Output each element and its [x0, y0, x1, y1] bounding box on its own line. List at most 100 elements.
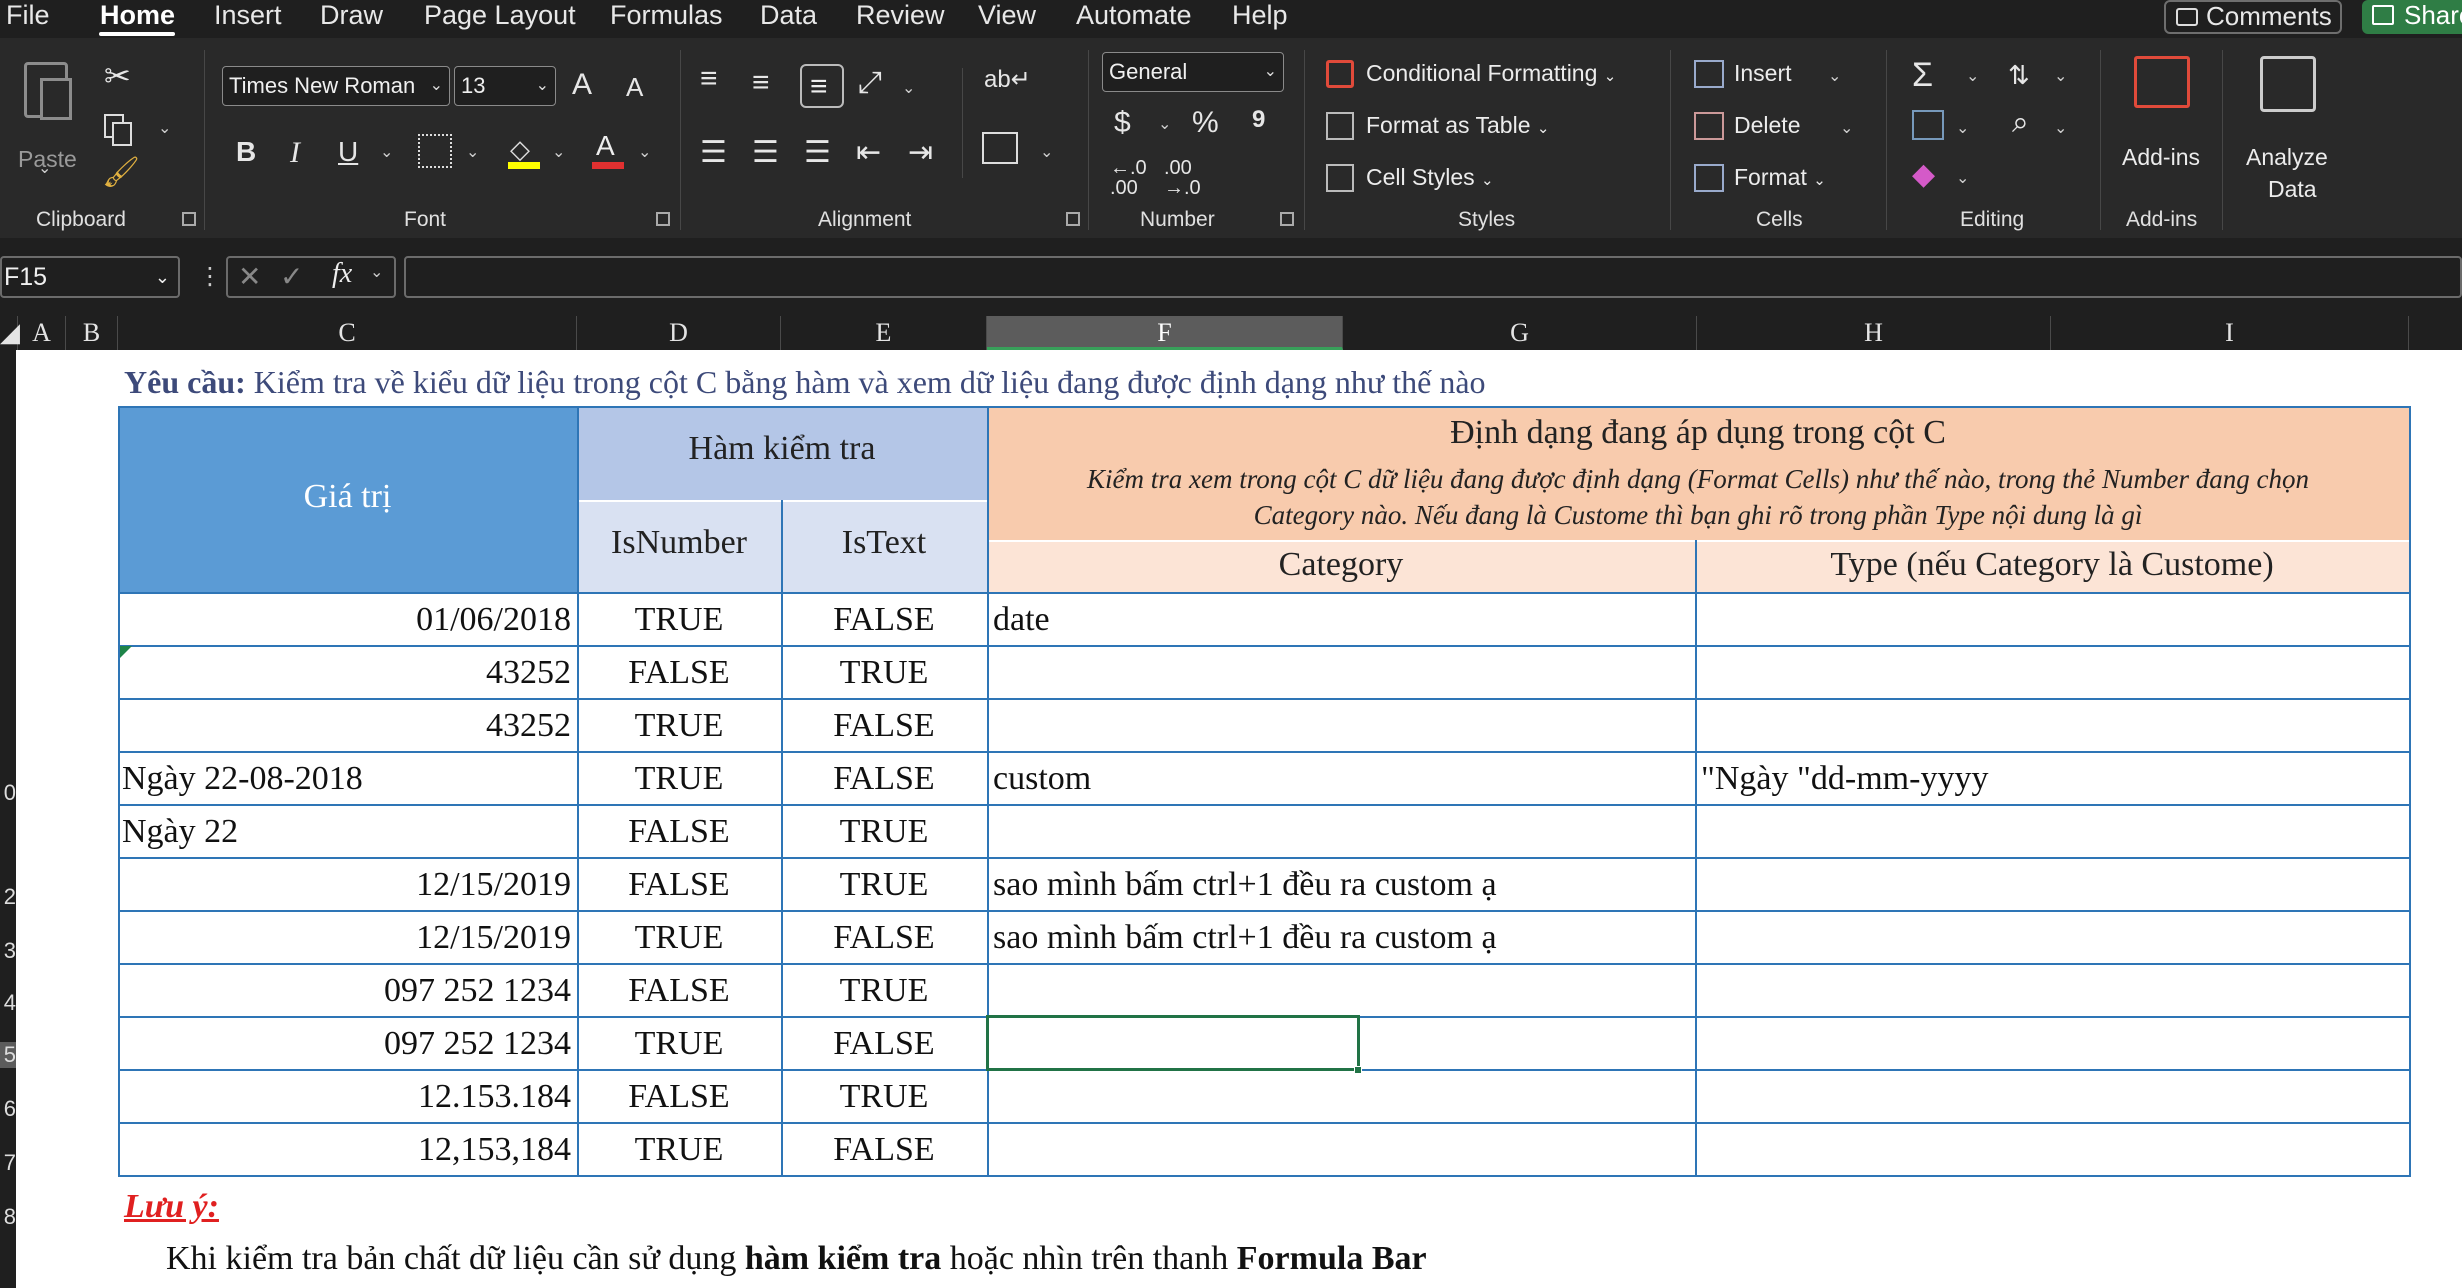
menu-automate[interactable]: Automate: [1076, 0, 1192, 32]
cell-isnumber[interactable]: FALSE: [577, 1071, 781, 1123]
cell-istext[interactable]: FALSE: [781, 753, 987, 805]
align-top-icon[interactable]: ≡: [700, 64, 718, 94]
paste-button[interactable]: Paste: [18, 58, 78, 172]
cell-istext[interactable]: TRUE: [781, 806, 987, 858]
delete-dropdown-icon[interactable]: ⌄: [1840, 118, 1853, 138]
clipboard-launcher-icon[interactable]: [182, 212, 196, 226]
comma-button[interactable]: 9: [1252, 108, 1265, 132]
cell-isnumber[interactable]: FALSE: [577, 859, 781, 911]
format-painter-icon[interactable]: 🖌: [102, 158, 140, 188]
row-header-17[interactable]: 7: [0, 1150, 16, 1176]
italic-button[interactable]: I: [290, 138, 300, 168]
error-indicator-icon[interactable]: [120, 646, 132, 658]
underline-dropdown-icon[interactable]: ⌄: [380, 142, 393, 162]
currency-dropdown-icon[interactable]: ⌄: [1158, 114, 1171, 134]
row-header-14[interactable]: 4: [0, 990, 16, 1016]
name-box[interactable]: F15 ⌄: [0, 256, 180, 298]
cell-value[interactable]: 097 252 1234: [118, 1018, 577, 1070]
format-cells-button[interactable]: Format ⌄: [1734, 164, 1826, 191]
cell-value[interactable]: 12.153.184: [118, 1071, 577, 1123]
menu-page-layout[interactable]: Page Layout: [424, 0, 576, 32]
grow-font-icon[interactable]: A: [572, 70, 592, 100]
column-header-c[interactable]: C: [118, 316, 577, 350]
cell-istext[interactable]: TRUE: [781, 859, 987, 911]
row-header-12[interactable]: 2: [0, 884, 16, 910]
cell-isnumber[interactable]: TRUE: [577, 594, 781, 646]
formula-input[interactable]: [404, 256, 2462, 298]
row-header-10[interactable]: 0: [0, 780, 16, 806]
clear-icon[interactable]: ◆: [1912, 160, 1935, 190]
column-header-d[interactable]: D: [577, 316, 781, 350]
sort-filter-icon[interactable]: ⇅: [2008, 62, 2030, 88]
wrap-text-icon[interactable]: ab↵: [984, 68, 1031, 92]
cell-istext[interactable]: TRUE: [781, 647, 987, 699]
comments-button[interactable]: Comments: [2164, 0, 2342, 34]
cell-isnumber[interactable]: TRUE: [577, 912, 781, 964]
cell-styles-icon[interactable]: [1326, 164, 1354, 192]
cell-isnumber[interactable]: TRUE: [577, 700, 781, 752]
share-button[interactable]: Share: [2362, 0, 2462, 34]
cancel-icon[interactable]: ✕: [238, 260, 261, 293]
currency-button[interactable]: $: [1114, 108, 1131, 138]
column-header-f[interactable]: F: [987, 316, 1343, 350]
delete-cells-icon[interactable]: [1694, 112, 1724, 140]
cell-isnumber[interactable]: TRUE: [577, 1124, 781, 1176]
autosum-dropdown-icon[interactable]: ⌄: [1966, 66, 1979, 86]
cell-istext[interactable]: TRUE: [781, 1071, 987, 1123]
cell-value[interactable]: 43252: [118, 647, 577, 699]
increase-indent-icon[interactable]: ⇥: [908, 138, 933, 168]
column-header-e[interactable]: E: [781, 316, 987, 350]
cut-icon[interactable]: ✂: [104, 60, 131, 92]
sort-filter-dropdown-icon[interactable]: ⌄: [2054, 66, 2067, 86]
find-dropdown-icon[interactable]: ⌄: [2054, 118, 2067, 138]
orientation-icon[interactable]: ⤢: [858, 68, 882, 98]
decrease-decimal-icon[interactable]: .00 →.0: [1164, 158, 1201, 198]
cell-styles-button[interactable]: Cell Styles ⌄: [1366, 164, 1494, 191]
merge-center-icon[interactable]: [982, 132, 1018, 164]
orientation-dropdown-icon[interactable]: ⌄: [902, 78, 915, 98]
underline-button[interactable]: U: [338, 138, 358, 166]
enter-icon[interactable]: ✓: [280, 260, 303, 293]
cell-value[interactable]: 12/15/2019: [118, 859, 577, 911]
cell-istext[interactable]: FALSE: [781, 700, 987, 752]
chevron-down-icon[interactable]: ⌄: [370, 262, 383, 282]
clear-dropdown-icon[interactable]: ⌄: [1956, 168, 1969, 188]
cell-istext[interactable]: TRUE: [781, 965, 987, 1017]
percent-button[interactable]: %: [1192, 108, 1219, 138]
menu-file[interactable]: File: [6, 0, 50, 32]
align-middle-icon[interactable]: ≡: [752, 68, 770, 98]
more-options-icon[interactable]: ⋮: [198, 262, 222, 291]
insert-cells-button[interactable]: Insert: [1734, 60, 1792, 87]
menu-help[interactable]: Help: [1232, 0, 1288, 32]
fill-color-dropdown-icon[interactable]: ⌄: [552, 142, 565, 162]
cell-category[interactable]: date: [987, 594, 1695, 646]
number-format-select[interactable]: General ⌄: [1102, 52, 1284, 92]
copy-dropdown-icon[interactable]: ⌄: [158, 118, 171, 138]
column-header-g[interactable]: G: [1343, 316, 1697, 350]
menu-review[interactable]: Review: [856, 0, 945, 32]
cell-istext[interactable]: FALSE: [781, 1124, 987, 1176]
cell-value[interactable]: 43252: [118, 700, 577, 752]
cell-istext[interactable]: FALSE: [781, 912, 987, 964]
row-header-18[interactable]: 8: [0, 1204, 16, 1230]
row-header-16[interactable]: 6: [0, 1096, 16, 1122]
insert-function-button[interactable]: fx: [332, 258, 352, 290]
cell-category[interactable]: sao mình bấm ctrl+1 đều ra custom ạ: [987, 912, 1695, 964]
cell-value[interactable]: 01/06/2018: [118, 594, 577, 646]
alignment-launcher-icon[interactable]: [1066, 212, 1080, 226]
fill-icon[interactable]: [1912, 110, 1944, 140]
cell-isnumber[interactable]: TRUE: [577, 753, 781, 805]
cell-value[interactable]: 12/15/2019: [118, 912, 577, 964]
insert-cells-icon[interactable]: [1694, 60, 1724, 88]
select-all-button[interactable]: ◢: [0, 316, 20, 350]
column-header-h[interactable]: H: [1697, 316, 2051, 350]
column-header-b[interactable]: B: [66, 316, 118, 350]
shrink-font-icon[interactable]: A: [626, 74, 643, 100]
format-as-table-button[interactable]: Format as Table ⌄: [1366, 112, 1549, 139]
font-name-select[interactable]: Times New Roman ⌄: [222, 66, 450, 106]
borders-dropdown-icon[interactable]: ⌄: [466, 142, 479, 162]
menu-data[interactable]: Data: [760, 0, 817, 32]
align-left-icon[interactable]: ☰: [700, 138, 727, 168]
format-as-table-icon[interactable]: [1326, 112, 1354, 140]
increase-decimal-icon[interactable]: ←.0.00: [1110, 158, 1147, 198]
